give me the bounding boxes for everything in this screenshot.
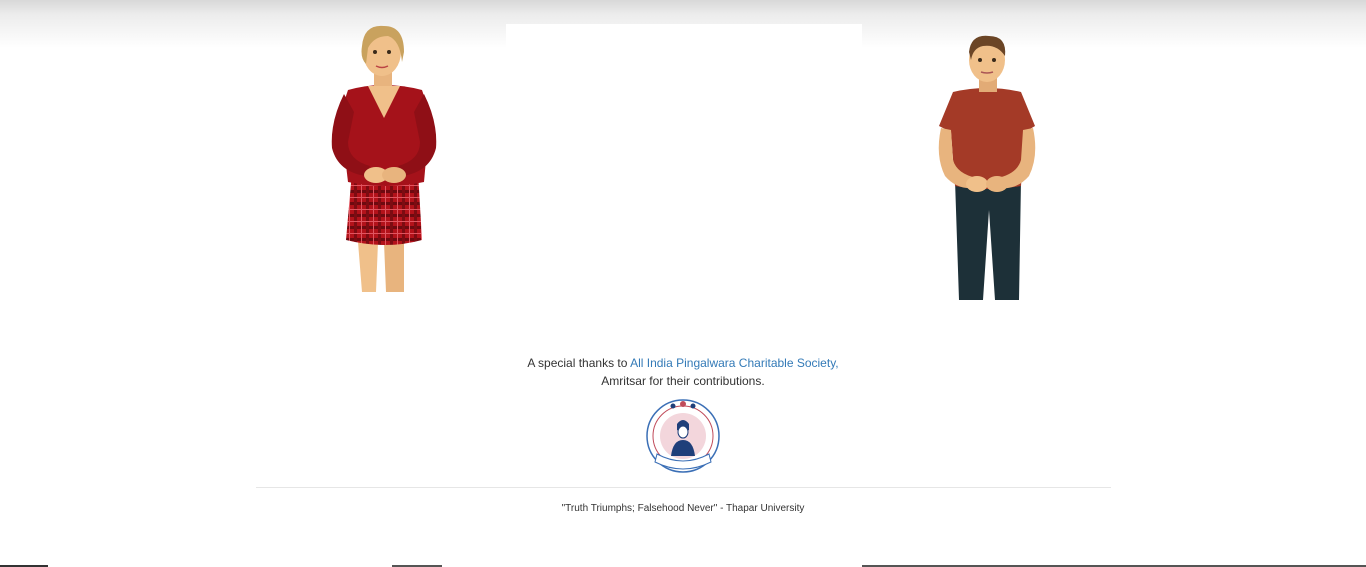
female-avatar-icon	[331, 25, 437, 292]
avatar-viewport	[506, 24, 862, 324]
credits-prefix: A special thanks to	[527, 356, 631, 370]
footer-divider	[256, 487, 1111, 488]
male-avatar-icon	[938, 35, 1036, 300]
pingalwara-society-link[interactable]: All India Pingalwara Charitable Society,	[630, 356, 839, 370]
credits-text: A special thanks to All India Pingalwara…	[383, 354, 983, 390]
footer-quote: "Truth Triumphs; Falsehood Never" - Thap…	[561, 503, 805, 514]
credits-line-2: Amritsar for their contributions.	[601, 374, 765, 388]
pingalwara-seal-icon	[646, 399, 720, 473]
